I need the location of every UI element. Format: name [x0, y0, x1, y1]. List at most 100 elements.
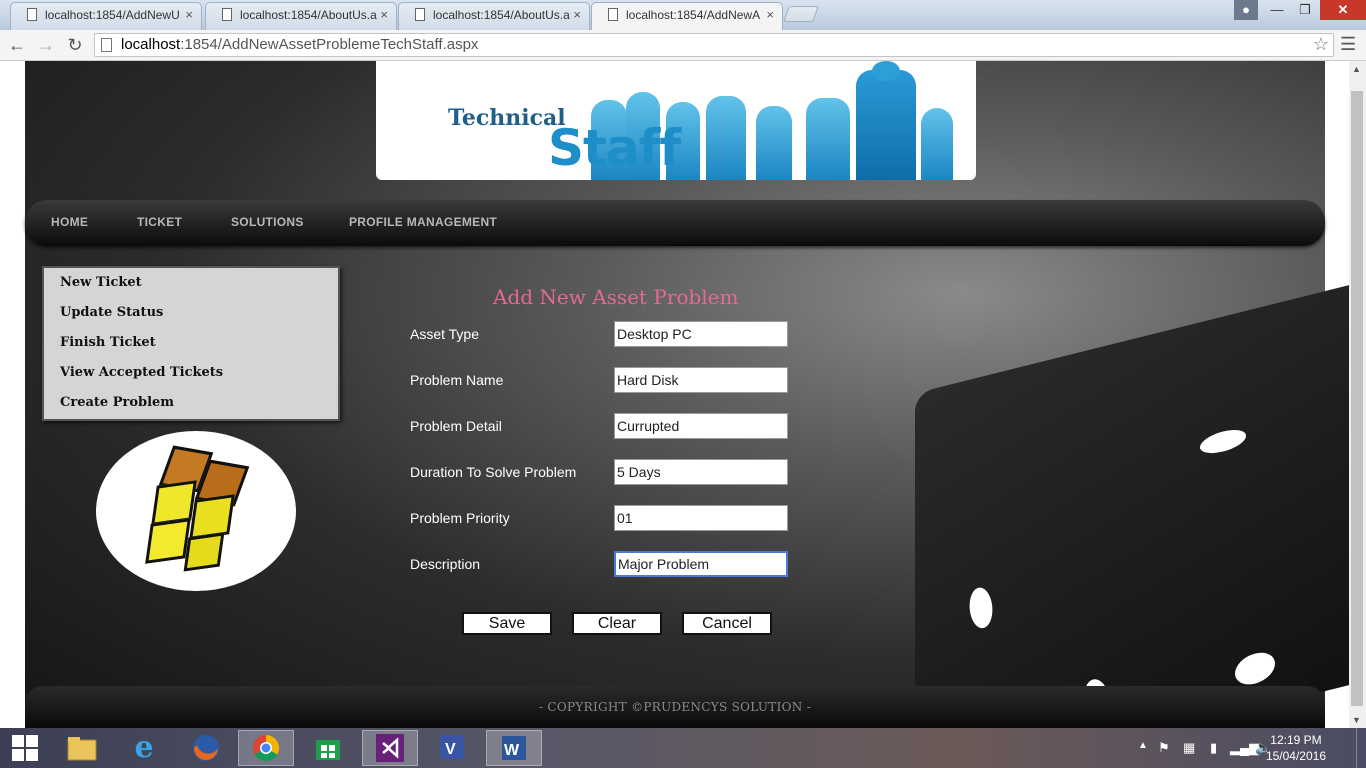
problem-priority-input[interactable]	[614, 505, 788, 531]
internet-explorer-icon[interactable]: e	[116, 730, 172, 766]
description-label: Description	[410, 556, 481, 572]
save-button[interactable]: Save	[462, 612, 552, 635]
side-menu-create-problem[interactable]: Create Problem	[60, 395, 174, 410]
user-profile-icon[interactable]: ●	[1234, 0, 1258, 20]
tab-title: localhost:1854/AboutUs.a	[240, 8, 377, 22]
page-content: Technical Staff HOME TICKET SOLUTIONS PR…	[25, 61, 1366, 728]
problem-detail-input[interactable]	[614, 413, 788, 439]
silhouette	[921, 108, 953, 180]
scroll-up-arrow-icon[interactable]: ▲	[1352, 64, 1361, 74]
browser-tab-4-active[interactable]: localhost:1854/AddNewA ×	[591, 2, 783, 31]
silhouette	[756, 106, 792, 180]
hamburger-menu-icon[interactable]: ☰	[1340, 34, 1356, 55]
close-icon[interactable]: ×	[380, 3, 388, 27]
side-menu-update-status[interactable]: Update Status	[60, 305, 163, 320]
dice-background-image	[915, 278, 1366, 728]
browser-tab-2[interactable]: localhost:1854/AboutUs.a ×	[205, 2, 397, 30]
silhouette	[856, 70, 916, 180]
side-menu: New Ticket Update Status Finish Ticket V…	[42, 266, 340, 421]
back-arrow-icon[interactable]: ←	[6, 34, 28, 56]
main-navigation-bar: HOME TICKET SOLUTIONS PROFILE MANAGEMENT	[25, 200, 1325, 246]
nav-profile-management[interactable]: PROFILE MANAGEMENT	[349, 215, 497, 229]
browser-tab-strip: localhost:1854/AddNewU × localhost:1854/…	[0, 0, 1366, 31]
file-explorer-icon[interactable]	[54, 730, 110, 766]
page-footer: - COPYRIGHT ©PRUDENCYS SOLUTION -	[25, 686, 1325, 728]
bookmark-star-icon[interactable]: ☆	[1313, 34, 1329, 55]
show-desktop-button[interactable]	[1356, 728, 1366, 768]
cancel-button[interactable]: Cancel	[682, 612, 772, 635]
form-title: Add New Asset Problem	[493, 285, 739, 309]
page-viewport: Technical Staff HOME TICKET SOLUTIONS PR…	[0, 61, 1366, 728]
close-icon[interactable]: ×	[573, 3, 581, 27]
vertical-scrollbar[interactable]: ▲ ▼	[1349, 61, 1366, 728]
problem-name-label: Problem Name	[410, 372, 504, 388]
asset-type-label: Asset Type	[410, 326, 480, 342]
side-menu-view-accepted-tickets[interactable]: View Accepted Tickets	[60, 365, 223, 380]
copyright-text: - COPYRIGHT ©PRUDENCYS SOLUTION -	[538, 700, 812, 714]
nav-home[interactable]: HOME	[51, 215, 88, 229]
tab-title: localhost:1854/AddNewA	[626, 8, 761, 22]
description-input[interactable]	[614, 551, 788, 577]
visio-icon[interactable]: V	[424, 730, 480, 766]
svg-text:W: W	[504, 742, 520, 759]
start-icon[interactable]	[0, 730, 50, 766]
dice-pip	[1200, 425, 1246, 458]
page-icon	[222, 8, 232, 21]
scroll-down-arrow-icon[interactable]: ▼	[1352, 715, 1361, 725]
show-hidden-icons-icon[interactable]: ▲	[1138, 740, 1148, 751]
asset-type-input[interactable]	[614, 321, 788, 347]
browser-tab-1[interactable]: localhost:1854/AddNewU ×	[10, 2, 202, 30]
scrollbar-thumb[interactable]	[1351, 91, 1363, 706]
duration-label: Duration To Solve Problem	[410, 464, 577, 480]
store-icon[interactable]	[300, 730, 356, 766]
dice-pip	[966, 583, 996, 633]
close-icon[interactable]: ×	[766, 3, 774, 27]
problem-detail-label: Problem Detail	[410, 418, 502, 434]
svg-text:V: V	[445, 741, 456, 758]
system-clock[interactable]: 12:19 PM 15/04/2016	[1266, 732, 1326, 764]
side-menu-new-ticket[interactable]: New Ticket	[60, 275, 142, 290]
reload-icon[interactable]: ↻	[64, 34, 86, 56]
tab-title: localhost:1854/AddNewU	[45, 8, 180, 22]
cube-icon	[144, 445, 250, 572]
silhouette-head	[872, 61, 900, 81]
nav-ticket[interactable]: TICKET	[137, 215, 182, 229]
chrome-icon[interactable]	[238, 730, 294, 766]
page-icon	[27, 8, 37, 21]
browser-tab-3[interactable]: localhost:1854/AboutUs.a ×	[398, 2, 590, 30]
silhouette	[706, 96, 746, 180]
rubiks-cube-logo	[96, 431, 296, 591]
word-icon[interactable]: W	[486, 730, 542, 766]
clock-time: 12:19 PM	[1270, 733, 1322, 747]
minimize-window-button[interactable]: —	[1264, 0, 1290, 20]
problem-priority-label: Problem Priority	[410, 510, 510, 526]
visual-studio-icon[interactable]	[362, 730, 418, 766]
forward-arrow-icon[interactable]: →	[35, 34, 57, 56]
clock-date: 15/04/2016	[1265, 749, 1326, 763]
technical-staff-banner-logo: Technical Staff	[376, 61, 976, 180]
action-center-flag-icon[interactable]: ⚑	[1158, 740, 1170, 756]
browser-toolbar: ← → ↻ localhost:1854/AddNewAssetProbleme…	[0, 30, 1366, 61]
firefox-icon[interactable]	[178, 730, 234, 766]
clear-button[interactable]: Clear	[572, 612, 662, 635]
silhouette	[806, 98, 850, 180]
duration-input[interactable]	[614, 459, 788, 485]
page-icon	[415, 8, 425, 21]
network-windows-icon[interactable]: ▦	[1183, 740, 1195, 756]
close-window-button[interactable]: ✕	[1320, 0, 1366, 20]
close-icon[interactable]: ×	[185, 3, 193, 27]
page-icon	[101, 38, 112, 52]
windows-taskbar: e V W ▲ ⚑ ▦ ▮ ▂▄▆ 🔈 12:19 PM 15/04/2016	[0, 728, 1366, 768]
tab-title: localhost:1854/AboutUs.a	[433, 8, 570, 22]
new-tab-button[interactable]	[783, 6, 819, 22]
page-icon	[608, 8, 618, 21]
dice-pip	[1235, 648, 1275, 689]
nav-solutions[interactable]: SOLUTIONS	[231, 215, 304, 229]
restore-window-button[interactable]: ❐	[1292, 0, 1318, 20]
problem-name-input[interactable]	[614, 367, 788, 393]
address-bar-url: localhost:1854/AddNewAssetProblemeTechSt…	[121, 36, 479, 53]
battery-icon[interactable]: ▮	[1210, 740, 1217, 756]
banner-staff-text: Staff	[548, 119, 681, 177]
address-bar[interactable]: localhost:1854/AddNewAssetProblemeTechSt…	[94, 33, 1334, 57]
side-menu-finish-ticket[interactable]: Finish Ticket	[60, 335, 156, 350]
